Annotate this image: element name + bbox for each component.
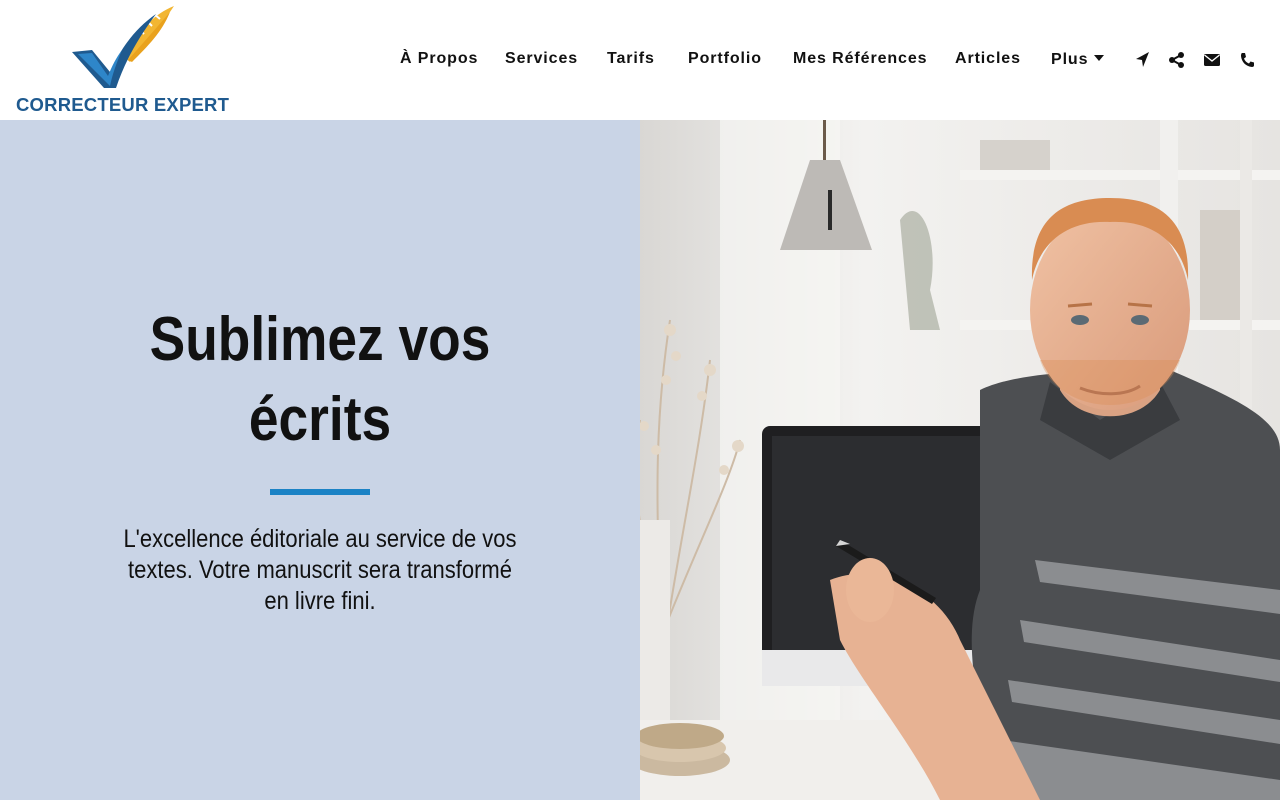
nav-item-mes-references[interactable]: Mes Références [793, 48, 927, 70]
man-at-desk-photo [640, 120, 1280, 800]
phone-button[interactable] [1238, 50, 1258, 70]
hero-title: Sublimez vos écrits [149, 305, 491, 454]
location-arrow-icon [1136, 52, 1149, 67]
site-header: CORRECTEUR EXPERT À Propos Services Tari… [0, 0, 1280, 120]
nav-item-plus-label: Plus [1051, 51, 1089, 68]
nav-item-articles[interactable]: Articles [955, 48, 1021, 70]
location-button[interactable] [1133, 50, 1153, 70]
hero-subtitle: L'excellence éditoriale au service de vo… [123, 525, 517, 615]
site-logo[interactable]: CORRECTEUR EXPERT [14, 6, 236, 116]
share-icon [1169, 52, 1184, 68]
email-button[interactable] [1203, 50, 1223, 70]
checkmark-quill-logo-icon [72, 6, 174, 88]
share-button[interactable] [1168, 50, 1188, 70]
envelope-icon [1204, 54, 1220, 66]
phone-icon [1241, 53, 1254, 67]
nav-item-portfolio[interactable]: Portfolio [688, 48, 762, 70]
nav-item-plus[interactable]: Plus [1051, 49, 1105, 71]
nav-item-tarifs[interactable]: Tarifs [607, 48, 655, 70]
hero-photo [640, 120, 1280, 800]
logo-wordmark: CORRECTEUR EXPERT [16, 94, 230, 115]
nav-item-a-propos[interactable]: À Propos [400, 48, 478, 70]
hero-text-panel: Sublimez vos écrits L'excellence éditori… [0, 120, 640, 800]
nav-item-services[interactable]: Services [505, 48, 578, 70]
hero-divider [270, 489, 370, 495]
caret-down-icon [1094, 55, 1105, 61]
